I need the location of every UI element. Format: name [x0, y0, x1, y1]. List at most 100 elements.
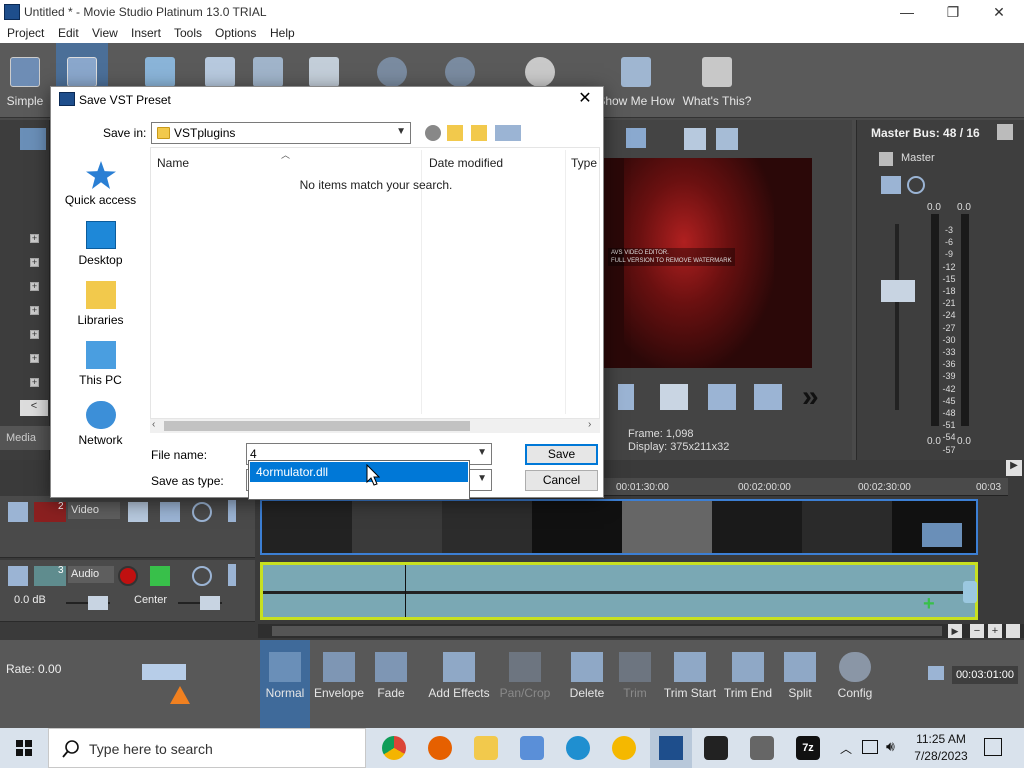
new-folder-icon[interactable] [471, 125, 487, 141]
track-fx-icon[interactable] [160, 502, 180, 522]
expand-icon[interactable]: + [30, 354, 39, 363]
envelope-tool-button[interactable]: Envelope [312, 640, 366, 728]
bus-properties-icon[interactable] [879, 152, 893, 166]
video-track-header[interactable]: 2 Video [0, 496, 255, 558]
save-frame-icon[interactable] [716, 128, 738, 150]
trim-end-button[interactable]: Trim End [722, 640, 774, 728]
zoom-tool-icon[interactable] [1006, 624, 1020, 638]
pan-slider[interactable] [200, 596, 220, 610]
column-date-modified[interactable]: Date modified [429, 156, 503, 170]
file-list[interactable]: ︿ Name Date modified Type No items match… [150, 147, 600, 419]
menu-view[interactable]: View [92, 26, 118, 40]
menu-insert[interactable]: Insert [131, 26, 161, 40]
track-name[interactable]: Video [68, 502, 120, 519]
scroll-thumb[interactable] [164, 421, 470, 431]
expand-icon[interactable]: + [30, 306, 39, 315]
add-effects-button[interactable]: Add Effects [424, 640, 494, 728]
minimize-button[interactable]: — [884, 2, 930, 22]
solo-icon[interactable] [228, 564, 236, 586]
edge-icon[interactable] [566, 736, 590, 760]
bus-settings-icon[interactable] [997, 124, 1013, 140]
zoom-out-button[interactable]: − [970, 624, 984, 638]
scroll-right-icon[interactable]: › [588, 419, 591, 430]
previous-icon[interactable] [708, 384, 736, 410]
track-list-icon[interactable] [8, 566, 28, 586]
trim-start-button[interactable]: Trim Start [662, 640, 718, 728]
effects-plus-icon[interactable]: + [923, 594, 941, 614]
dialog-cancel-button[interactable]: Cancel [525, 470, 598, 491]
expand-icon[interactable]: + [30, 378, 39, 387]
normal-tool-button[interactable]: Normal [260, 640, 310, 728]
video-clip[interactable] [260, 499, 978, 555]
audio-track-header[interactable]: 3 Audio 0.0 dB Center [0, 560, 255, 622]
notification-icon[interactable] [984, 738, 1002, 756]
chrome-icon[interactable] [382, 736, 406, 760]
game-icon[interactable] [704, 736, 728, 760]
file-list-scrollbar[interactable]: ‹ › [150, 419, 600, 433]
mute-icon[interactable] [192, 566, 212, 586]
track-list-icon[interactable] [8, 502, 28, 522]
mute-icon[interactable] [907, 176, 925, 194]
whats-this-button[interactable]: What's This? [682, 43, 752, 118]
close-button[interactable]: ✕ [976, 2, 1022, 22]
view-menu-icon[interactable] [495, 125, 521, 141]
expand-icon[interactable]: + [30, 258, 39, 267]
menu-options[interactable]: Options [215, 26, 256, 40]
audio-clip[interactable]: + [260, 562, 978, 620]
bus-fx-icon[interactable] [881, 176, 901, 194]
video-editor-icon[interactable] [750, 736, 774, 760]
master-fader[interactable] [881, 280, 915, 302]
app-icon[interactable] [612, 736, 636, 760]
maximize-button[interactable]: ❐ [930, 2, 976, 22]
store-icon[interactable] [520, 736, 544, 760]
dialog-save-button[interactable]: Save [525, 444, 598, 465]
fast-forward-icon[interactable]: » [802, 382, 830, 412]
zoom-in-button[interactable]: + [988, 624, 1002, 638]
track-fx-icon[interactable] [150, 566, 170, 586]
compositing-icon[interactable] [128, 502, 148, 522]
menu-tools[interactable]: Tools [174, 26, 202, 40]
menu-help[interactable]: Help [270, 26, 295, 40]
rate-shuttle-icon[interactable] [142, 664, 186, 680]
save-in-combo[interactable]: VSTplugins ▼ [151, 122, 411, 144]
scroll-left-icon[interactable]: ‹ [152, 419, 155, 430]
next-icon[interactable] [754, 384, 782, 410]
pan-crop-button[interactable]: Pan/Crop [496, 640, 554, 728]
pause-icon[interactable] [618, 384, 634, 410]
tray-overflow-icon[interactable]: ︿ [840, 740, 852, 757]
timecode-display[interactable]: 00:03:01:00 [952, 666, 1018, 684]
timeline-scrollbar[interactable]: ▶ − + [258, 624, 1024, 638]
dialog-close-button[interactable]: ✕ [573, 89, 597, 109]
crop-icon[interactable] [922, 523, 962, 547]
file-explorer-icon[interactable] [474, 736, 498, 760]
config-button[interactable]: Config [832, 640, 878, 728]
firefox-icon[interactable] [428, 736, 452, 760]
fade-handle[interactable] [963, 581, 977, 603]
taskbar-clock[interactable]: 11:25 AM 7/28/2023 [906, 731, 976, 765]
timeline-menu-icon[interactable]: ▶ [1006, 460, 1022, 476]
mute-icon[interactable] [192, 502, 212, 522]
show-me-how-button[interactable]: Show Me How [596, 43, 676, 118]
autocomplete-item[interactable]: 4ormulator.dll [250, 462, 468, 482]
fade-tool-button[interactable]: Fade [368, 640, 414, 728]
scroll-right-button[interactable]: ▶ [948, 624, 962, 638]
solo-icon[interactable] [228, 500, 236, 522]
simple-view-button[interactable]: Simple [0, 43, 50, 118]
movie-studio-taskbar-item[interactable] [650, 728, 692, 768]
media-tab[interactable]: Media [0, 426, 50, 450]
start-button[interactable] [0, 728, 48, 768]
column-name[interactable]: Name [157, 156, 189, 170]
search-icon[interactable] [20, 128, 46, 150]
chevron-down-icon[interactable]: ▼ [477, 447, 487, 458]
taskbar-search[interactable]: Type here to search [48, 728, 366, 768]
stop-icon[interactable] [660, 384, 688, 410]
track-name[interactable]: Audio [68, 566, 114, 583]
rate-slider-marker[interactable] [170, 686, 190, 704]
split-button[interactable]: Split [780, 640, 820, 728]
playhead[interactable] [405, 565, 406, 617]
copy-frame-icon[interactable] [684, 128, 706, 150]
scroll-left-button[interactable]: < [20, 400, 48, 416]
expand-icon[interactable]: + [30, 282, 39, 291]
expand-icon[interactable]: + [30, 330, 39, 339]
volume-icon[interactable]: 🔊︎ [886, 738, 895, 755]
